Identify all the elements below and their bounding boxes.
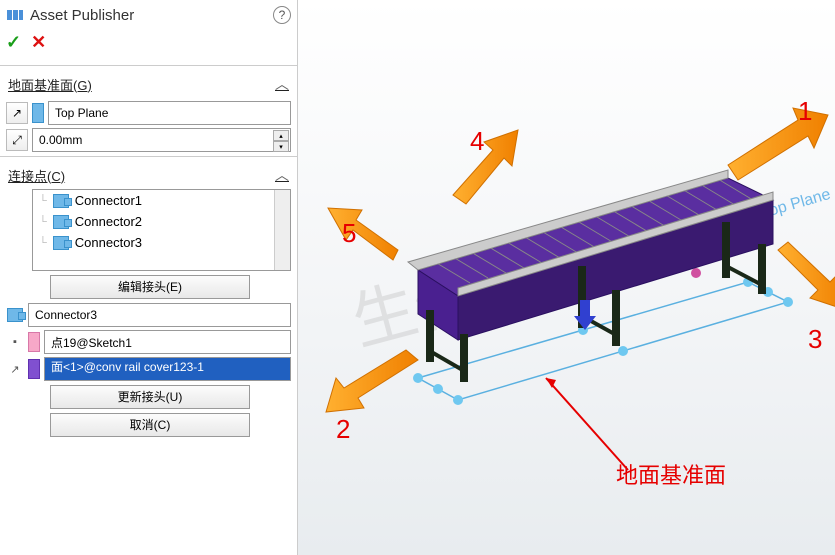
list-item: └Connector1 [33,190,290,211]
arrow-label-1: 1 [798,96,812,127]
connector-icon [53,194,69,208]
connector-name-input[interactable] [28,303,291,327]
connectors-header[interactable]: 连接点(C) ︿ [6,161,291,189]
list-item: └Connector3 [33,232,290,253]
help-icon[interactable]: ? [273,6,291,24]
flip-icon[interactable]: ↗ [6,102,28,124]
offset-input[interactable]: 0.00mm ▴▾ [32,128,291,152]
arrow-label-4: 4 [470,126,484,157]
update-connector-button[interactable]: 更新接头(U) [50,385,250,409]
connector-icon [53,236,69,250]
spinner-down[interactable]: ▾ [273,141,289,152]
3d-viewport[interactable]: 生信科技 Top Plane [298,0,835,555]
ground-plane-header[interactable]: 地面基准面(G) ︿ [6,70,291,98]
point-color-chip [28,332,40,352]
list-item: └Connector2 [33,211,290,232]
connector-field-icon [6,306,24,324]
cancel-connector-button[interactable]: 取消(C) [50,413,250,437]
chevron-up-icon: ︿ [275,74,289,94]
asset-publisher-icon [6,6,24,24]
ground-plane-annotation: 地面基准面 [616,458,726,490]
spinner-up[interactable]: ▴ [273,130,289,141]
point-field-icon: ▪ [6,333,24,351]
offset-icon[interactable]: ⤢ [6,129,28,151]
panel-title: Asset Publisher [30,7,267,24]
edit-connector-button[interactable]: 编辑接头(E) [50,275,250,299]
arrow-2 [326,350,418,412]
arrow-label-5: 5 [342,218,356,249]
point-input[interactable] [44,330,291,354]
chevron-up-icon: ︿ [275,165,289,185]
cancel-x-button[interactable]: ✕ [31,32,46,53]
ok-button[interactable]: ✓ [6,32,21,53]
arrow-label-3: 3 [808,324,822,355]
plane-color-chip [32,103,44,123]
ground-plane-input[interactable] [48,101,291,125]
arrow-1 [728,108,828,180]
scrollbar[interactable] [274,190,290,270]
face-color-chip [28,359,40,379]
connectors-list[interactable]: └Connector1 └Connector2 └Connector3 [32,189,291,271]
arrow-5 [328,208,398,260]
face-input[interactable]: 面<1>@conv rail cover123-1 [44,357,291,381]
annotation-arrow [546,378,628,470]
connector-icon [53,215,69,229]
direction-field-icon: ↗ [6,360,24,378]
arrow-label-2: 2 [336,414,350,445]
arrow-4 [453,130,518,204]
